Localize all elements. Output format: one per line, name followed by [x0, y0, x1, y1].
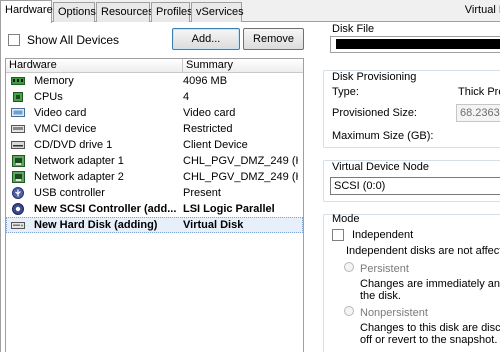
remove-button-label: Remove	[253, 33, 294, 45]
provisioned-size-label: Provisioned Size:	[332, 107, 417, 119]
vmci-icon	[11, 123, 25, 135]
nonpersistent-radio[interactable]	[344, 306, 354, 316]
nonpersistent-description-line-2: off or revert to the snapshot.	[360, 334, 498, 346]
disk-file-label: Disk File	[332, 23, 375, 35]
show-all-devices-checkbox[interactable]: Show All Devices	[8, 33, 119, 47]
add-button-label: Add...	[191, 33, 221, 45]
row-summary: 4	[183, 91, 190, 103]
tab-hardware[interactable]: Hardware	[0, 0, 53, 23]
disk-provisioning-label: Disk Provisioning	[332, 71, 417, 83]
add-button[interactable]: Add...	[172, 28, 240, 50]
virtual-device-node-select[interactable]: SCSI (0:0)	[330, 177, 500, 195]
row-summary: CHL_PGV_DMZ_249 (H...	[183, 171, 298, 183]
row-name: New Hard Disk (adding)	[34, 219, 158, 231]
tab-label: vServices	[196, 6, 244, 18]
tab-label: Resources	[101, 6, 154, 18]
cd-dvd-icon	[11, 139, 25, 151]
network-adapter-icon	[11, 171, 25, 183]
column-header-summary[interactable]: Summary	[183, 59, 233, 72]
tab-profiles[interactable]: Profiles	[151, 2, 193, 22]
row-summary: CHL_PGV_DMZ_249 (H...	[183, 155, 298, 167]
persistent-label: Persistent	[360, 263, 409, 275]
scsi-controller-icon	[11, 203, 25, 215]
row-summary: Present	[183, 187, 221, 199]
row-name: VMCI device	[34, 123, 97, 135]
table-row[interactable]: VMCI device Restricted	[6, 121, 303, 137]
row-name: Memory	[34, 75, 74, 87]
table-row[interactable]: CPUs 4	[6, 89, 303, 105]
persistent-description-line-2: the disk.	[360, 290, 401, 302]
virtual-device-node-value: SCSI (0:0)	[334, 180, 386, 192]
independent-checkbox[interactable]: Independent	[332, 229, 413, 241]
cpu-icon	[11, 91, 25, 103]
persistent-radio[interactable]	[344, 262, 354, 272]
tab-label: Options	[58, 6, 96, 18]
table-row[interactable]: Video card Video card	[6, 105, 303, 121]
hard-disk-icon	[11, 219, 25, 231]
row-summary: Client Device	[183, 139, 248, 151]
window-title: Virtual M	[464, 4, 500, 16]
tab-bar: Hardware Options Resources Profiles vSer…	[0, 0, 500, 23]
tab-vservices[interactable]: vServices	[191, 2, 244, 22]
table-header: Hardware Summary	[6, 59, 303, 73]
persistent-description-line-1: Changes are immediately and per	[360, 278, 500, 290]
table-row[interactable]: New SCSI Controller (add... LSI Logic Pa…	[6, 201, 303, 217]
network-adapter-icon	[11, 155, 25, 167]
row-summary: LSI Logic Parallel	[183, 203, 275, 215]
nonpersistent-label: Nonpersistent	[360, 307, 428, 319]
independent-description: Independent disks are not affected b	[346, 245, 500, 257]
row-summary: 4096 MB	[183, 75, 228, 87]
independent-label: Independent	[352, 229, 414, 241]
table-row[interactable]: Memory 4096 MB	[6, 73, 303, 89]
row-name: Video card	[34, 107, 87, 119]
row-name: New SCSI Controller (add...	[34, 203, 177, 215]
table-row[interactable]: Network adapter 2 CHL_PGV_DMZ_249 (H...	[6, 169, 303, 185]
redacted-disk-path	[336, 39, 496, 49]
tab-label: Hardware	[5, 4, 53, 16]
type-label: Type:	[332, 86, 359, 98]
type-value: Thick Prov	[458, 86, 500, 98]
table-row[interactable]: Network adapter 1 CHL_PGV_DMZ_249 (H...	[6, 153, 303, 169]
provisioned-size-value: 68.23632	[460, 107, 500, 119]
row-name: Network adapter 1	[34, 155, 124, 167]
hardware-table: Hardware Summary Memory 4096 MB CPUs 4 V…	[5, 58, 304, 352]
row-name: CD/DVD drive 1	[34, 139, 113, 151]
redacted-disk-path-end	[488, 39, 500, 49]
tab-resources[interactable]: Resources	[96, 2, 154, 22]
tab-options[interactable]: Options	[53, 2, 96, 22]
usb-icon	[11, 187, 25, 199]
video-card-icon	[11, 107, 25, 119]
maximum-size-label: Maximum Size (GB):	[332, 130, 434, 142]
row-name: Network adapter 2	[34, 171, 124, 183]
tab-label: Profiles	[156, 6, 193, 18]
row-name: USB controller	[34, 187, 105, 199]
provisioned-size-field[interactable]: 68.23632	[456, 104, 500, 122]
table-row-selected[interactable]: New Hard Disk (adding) Virtual Disk	[6, 217, 303, 233]
checkbox-box[interactable]	[8, 34, 20, 46]
show-all-devices-label: Show All Devices	[27, 33, 120, 47]
table-row[interactable]: USB controller Present	[6, 185, 303, 201]
row-summary: Video card	[183, 107, 236, 119]
row-name: CPUs	[34, 91, 63, 103]
nonpersistent-description-line-1: Changes to this disk are discarde	[360, 322, 500, 334]
table-row[interactable]: CD/DVD drive 1 Client Device	[6, 137, 303, 153]
row-summary: Restricted	[183, 123, 233, 135]
remove-button[interactable]: Remove	[243, 28, 304, 50]
row-summary: Virtual Disk	[183, 219, 244, 231]
memory-icon	[11, 75, 25, 87]
virtual-device-node-label: Virtual Device Node	[332, 161, 430, 173]
checkbox-box[interactable]	[332, 229, 344, 241]
column-header-hardware[interactable]: Hardware	[6, 59, 183, 72]
mode-label: Mode	[332, 213, 360, 225]
